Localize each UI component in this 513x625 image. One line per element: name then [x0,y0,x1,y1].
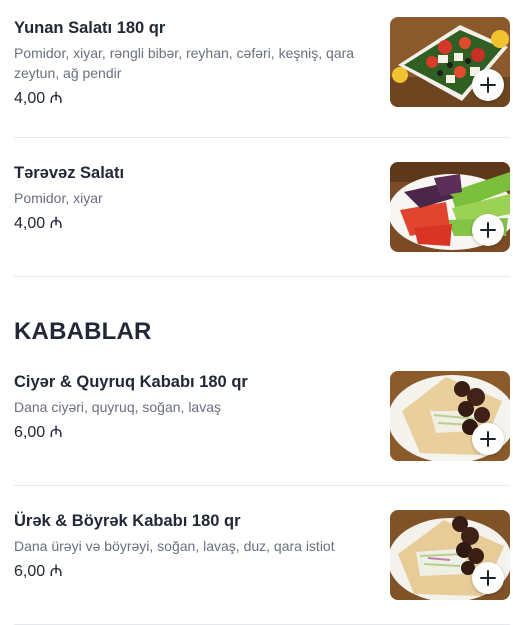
menu-item-price: 6,00 ₼ [14,424,63,441]
plus-icon [480,222,496,238]
menu-item-text: Ürək & Böyrək Kababı 180 qr Dana ürəyi v… [14,510,359,582]
plus-icon [480,570,496,586]
add-to-cart-button[interactable] [472,214,504,246]
greek-salad-photo[interactable] [390,17,510,107]
section-title-kebabs: KABABLAR [14,318,152,345]
menu-page: Yunan Salatı 180 qr Pomidor, xiyar, rəng… [0,0,513,625]
menu-item-price: 4,00 ₼ [14,215,63,232]
menu-item-greek-salad[interactable]: Yunan Salatı 180 qr Pomidor, xiyar, rəng… [14,17,510,107]
menu-item-vegetable-salad[interactable]: Tərəvəz Salatı Pomidor, xiyar 4,00 ₼ [14,162,510,252]
menu-item-description: Dana ciyəri, quyruq, soğan, lavaş [14,399,221,415]
menu-item-text: Ciyər & Quyruq Kababı 180 qr Dana ciyəri… [14,371,359,443]
menu-item-title: Ciyər & Quyruq Kababı 180 qr [14,373,248,391]
menu-item-price: 4,00 ₼ [14,90,63,107]
vegetable-salad-photo[interactable] [390,162,510,252]
menu-item-text: Yunan Salatı 180 qr Pomidor, xiyar, rəng… [14,17,359,109]
menu-item-text: Tərəvəz Salatı Pomidor, xiyar 4,00 ₼ [14,162,359,234]
add-to-cart-button[interactable] [472,423,504,455]
item-divider [14,485,510,486]
menu-item-heart-kidney-kebab[interactable]: Ürək & Böyrək Kababı 180 qr Dana ürəyi v… [14,510,510,600]
menu-item-description: Pomidor, xiyar [14,190,103,206]
plus-icon [480,431,496,447]
menu-item-title: Yunan Salatı 180 qr [14,19,166,37]
item-divider [14,276,510,277]
liver-kebab-photo[interactable] [390,371,510,461]
menu-item-liver-kebab[interactable]: Ciyər & Quyruq Kababı 180 qr Dana ciyəri… [14,371,510,461]
menu-item-price: 6,00 ₼ [14,563,63,580]
item-divider [14,137,510,138]
add-to-cart-button[interactable] [472,69,504,101]
plus-icon [480,77,496,93]
add-to-cart-button[interactable] [472,562,504,594]
menu-item-description: Pomidor, xiyar, rəngli bibər, reyhan, cə… [14,45,355,81]
menu-item-title: Ürək & Böyrək Kababı 180 qr [14,512,241,530]
heart-kidney-kebab-photo[interactable] [390,510,510,600]
menu-item-description: Dana ürəyi və böyrəyi, soğan, lavaş, duz… [14,538,335,554]
menu-item-title: Tərəvəz Salatı [14,164,125,182]
